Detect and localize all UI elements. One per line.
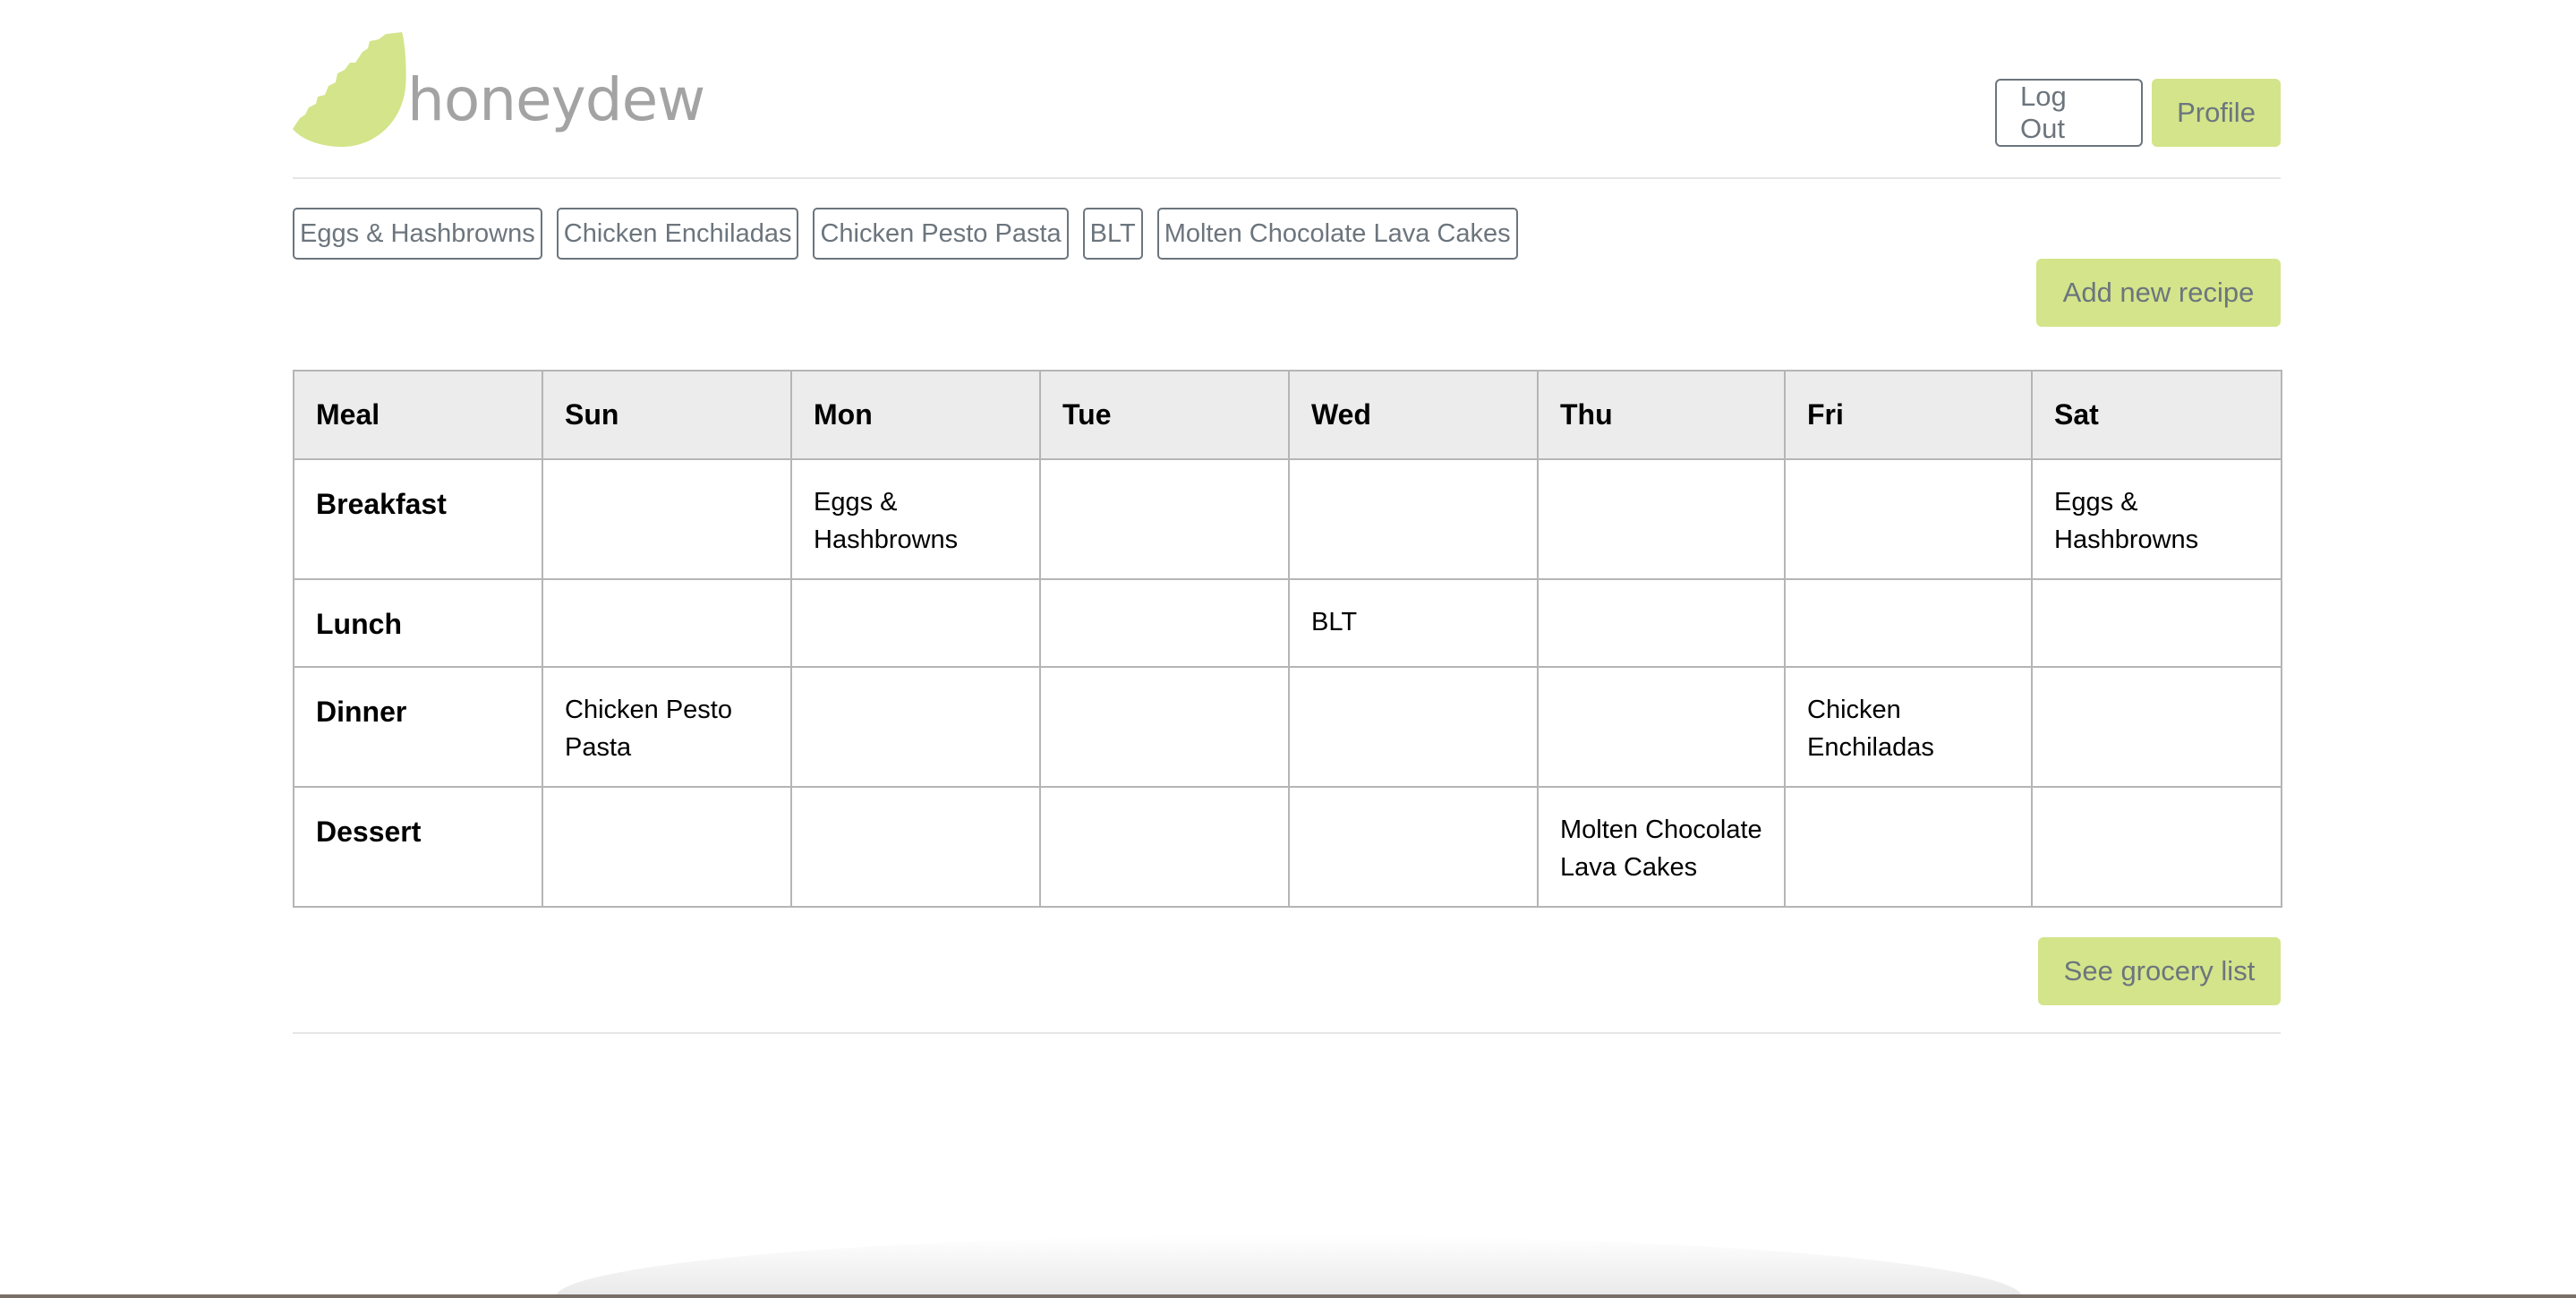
recipe-chip-molten-chocolate-lava-cakes[interactable]: Molten Chocolate Lava Cakes xyxy=(1156,208,1518,260)
recipe-chip-eggs-hashbrowns[interactable]: Eggs & Hashbrowns xyxy=(293,208,542,260)
planner-cell-text xyxy=(1807,460,2009,483)
meal-label-text: Dessert xyxy=(316,816,422,848)
table-row-lunch: Lunch BLT xyxy=(293,578,2282,668)
planner-cell[interactable] xyxy=(2031,786,2282,908)
planner-cell-text xyxy=(1311,668,1515,691)
table-row-dessert: Dessert Molten Chocolate Lava Cakes xyxy=(293,786,2282,908)
planner-cell[interactable] xyxy=(1288,786,1539,908)
planner-cell[interactable] xyxy=(1039,458,1290,580)
column-header-sun: Sun xyxy=(542,370,792,460)
header-actions: Log Out Profile xyxy=(1995,79,2281,147)
planner-cell[interactable] xyxy=(542,786,792,908)
planner-cell-text xyxy=(1062,580,1267,603)
planner-cell-text: BLT xyxy=(1311,608,1358,636)
planner-cell-text xyxy=(1560,580,1762,603)
meal-label: Dinner xyxy=(293,666,543,788)
main-container: honeydew Log Out Profile Eggs & Hashbrow… xyxy=(293,0,2282,1034)
meal-planner-table: Meal Sun Mon Tue Wed Thu Fri Sat Breakfa… xyxy=(293,370,2282,908)
planner-cell[interactable]: Chicken Enchiladas xyxy=(1784,666,2033,788)
table-header-row: Meal Sun Mon Tue Wed Thu Fri Sat xyxy=(293,370,2282,460)
add-recipe-button[interactable]: Add new recipe xyxy=(2036,259,2281,327)
planner-cell-text xyxy=(814,788,1018,811)
bottom-edge xyxy=(0,1294,2576,1298)
planner-cell-text xyxy=(1311,788,1515,811)
planner-cell[interactable] xyxy=(1288,458,1539,580)
planner-cell-text xyxy=(1311,460,1515,483)
meal-label: Lunch xyxy=(293,578,543,668)
divider xyxy=(293,1032,2281,1034)
planner-cell-text xyxy=(1807,580,2009,603)
planner-cell-text: Eggs & Hashbrowns xyxy=(814,488,959,554)
planner-cell-text xyxy=(2054,668,2259,691)
column-header-sat: Sat xyxy=(2031,370,2282,460)
grocery-list-button[interactable]: See grocery list xyxy=(2038,937,2281,1005)
recipe-chip-chicken-pesto-pasta[interactable]: Chicken Pesto Pasta xyxy=(813,208,1069,260)
planner-cell-text xyxy=(1807,788,2009,811)
recipe-chip-blt[interactable]: BLT xyxy=(1082,208,1143,260)
planner-cell[interactable] xyxy=(1039,578,1290,668)
planner-cell-text xyxy=(1560,460,1762,483)
column-header-wed: Wed xyxy=(1288,370,1539,460)
planner-cell[interactable] xyxy=(542,458,792,580)
table-row-breakfast: Breakfast Eggs & Hashbrowns Eggs & Hashb… xyxy=(293,458,2282,580)
planner-cell[interactable] xyxy=(1784,786,2033,908)
planner-cell-text xyxy=(1062,668,1267,691)
planner-cell[interactable] xyxy=(2031,578,2282,668)
planner-cell[interactable]: Eggs & Hashbrowns xyxy=(790,458,1041,580)
planner-cell[interactable] xyxy=(1039,786,1290,908)
planner-cell[interactable] xyxy=(1537,458,1786,580)
planner-cell[interactable] xyxy=(1288,666,1539,788)
logo[interactable]: honeydew xyxy=(293,32,705,149)
planner-cell-text xyxy=(1062,788,1267,811)
planner-cell-text xyxy=(814,580,1018,603)
planner-cell-text xyxy=(565,580,769,603)
brand-name: honeydew xyxy=(407,65,705,134)
planner-cell-text xyxy=(565,460,769,483)
planner-cell[interactable] xyxy=(1537,578,1786,668)
planner-cell[interactable] xyxy=(790,786,1041,908)
planner-cell-text: Chicken Enchiladas xyxy=(1807,696,1934,762)
planner-cell-text xyxy=(565,788,769,811)
planner-cell[interactable]: Chicken Pesto Pasta xyxy=(542,666,792,788)
profile-button[interactable]: Profile xyxy=(2152,79,2281,147)
planner-cell[interactable] xyxy=(1537,666,1786,788)
planner-cell-text xyxy=(2054,580,2259,603)
planner-cell-text xyxy=(1560,668,1762,691)
planner-cell[interactable] xyxy=(1784,578,2033,668)
planner-cell[interactable]: Molten Chocolate Lava Cakes xyxy=(1537,786,1786,908)
page: honeydew Log Out Profile Eggs & Hashbrow… xyxy=(0,0,2576,1298)
planner-cell[interactable] xyxy=(790,578,1041,668)
planner-cell-text xyxy=(1062,460,1267,483)
planner-cell[interactable] xyxy=(790,666,1041,788)
planner-cell-text: Molten Chocolate Lava Cakes xyxy=(1560,816,1762,882)
column-header-thu: Thu xyxy=(1537,370,1786,460)
planner-cell[interactable]: Eggs & Hashbrowns xyxy=(2031,458,2282,580)
planner-cell[interactable] xyxy=(542,578,792,668)
planner-cell[interactable] xyxy=(1784,458,2033,580)
column-header-meal: Meal xyxy=(293,370,543,460)
meal-label-text: Breakfast xyxy=(316,488,447,520)
table-row-dinner: Dinner Chicken Pesto Pasta Chicken Enchi… xyxy=(293,666,2282,788)
meal-label: Dessert xyxy=(293,786,543,908)
planner-cell-text xyxy=(2054,788,2259,811)
planner-cell[interactable]: BLT xyxy=(1288,578,1539,668)
column-header-mon: Mon xyxy=(790,370,1041,460)
recipe-list: Eggs & Hashbrowns Chicken Enchiladas Chi… xyxy=(293,208,1518,260)
planner-cell-text xyxy=(814,668,1018,691)
column-header-tue: Tue xyxy=(1039,370,1290,460)
meal-label-text: Dinner xyxy=(316,696,407,728)
planner-cell-text: Chicken Pesto Pasta xyxy=(565,696,732,762)
planner-cell[interactable] xyxy=(1039,666,1290,788)
meal-label-text: Lunch xyxy=(316,608,402,640)
bottom-shadow xyxy=(555,1235,2023,1298)
planner-cell[interactable] xyxy=(2031,666,2282,788)
meal-label: Breakfast xyxy=(293,458,543,580)
honeydew-melon-icon xyxy=(293,32,406,147)
header: honeydew Log Out Profile xyxy=(293,0,2281,179)
logout-button[interactable]: Log Out xyxy=(1995,79,2143,147)
recipe-chip-chicken-enchiladas[interactable]: Chicken Enchiladas xyxy=(556,208,799,260)
planner-cell-text: Eggs & Hashbrowns xyxy=(2054,488,2199,554)
column-header-fri: Fri xyxy=(1784,370,2033,460)
